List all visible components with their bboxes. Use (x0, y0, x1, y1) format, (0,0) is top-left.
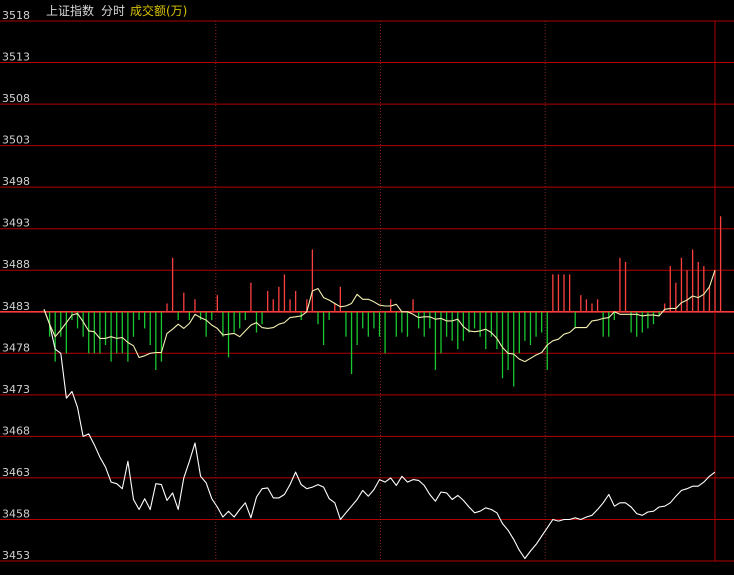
y-tick-label: 3498 (2, 175, 30, 188)
y-tick-label: 3493 (2, 217, 30, 230)
mode-label: 分时 (101, 4, 126, 18)
y-tick-label: 3473 (2, 383, 30, 396)
y-axis-labels: 3518 3513 3508 3503 3498 3493 3488 3483 3478 3473… (2, 9, 30, 562)
metric-label: 成交额(万) (130, 4, 188, 18)
y-tick-label: 3468 (2, 424, 30, 437)
y-tick-label: 3513 (2, 51, 30, 64)
turnover-bars (48, 216, 722, 387)
y-tick-label: 3478 (2, 341, 30, 354)
intraday-chart: 3518 3513 3508 3503 3498 3493 3488 3483 3478 3473… (0, 9, 734, 562)
y-tick-label: 3518 (2, 9, 30, 22)
y-tick-label: 3508 (2, 92, 30, 105)
index-name: 上证指数 (46, 4, 95, 18)
y-tick-label: 3483 (2, 300, 30, 313)
chart-panel: 3518 3513 3508 3503 3498 3493 3488 3483 3478 3473… (0, 0, 734, 571)
y-tick-label: 3488 (2, 258, 30, 271)
price-series-line (43, 309, 716, 560)
y-tick-label: 3453 (2, 549, 30, 562)
y-tick-label: 3463 (2, 466, 30, 479)
y-tick-label: 3503 (2, 134, 30, 147)
y-tick-label: 3458 (2, 507, 30, 520)
